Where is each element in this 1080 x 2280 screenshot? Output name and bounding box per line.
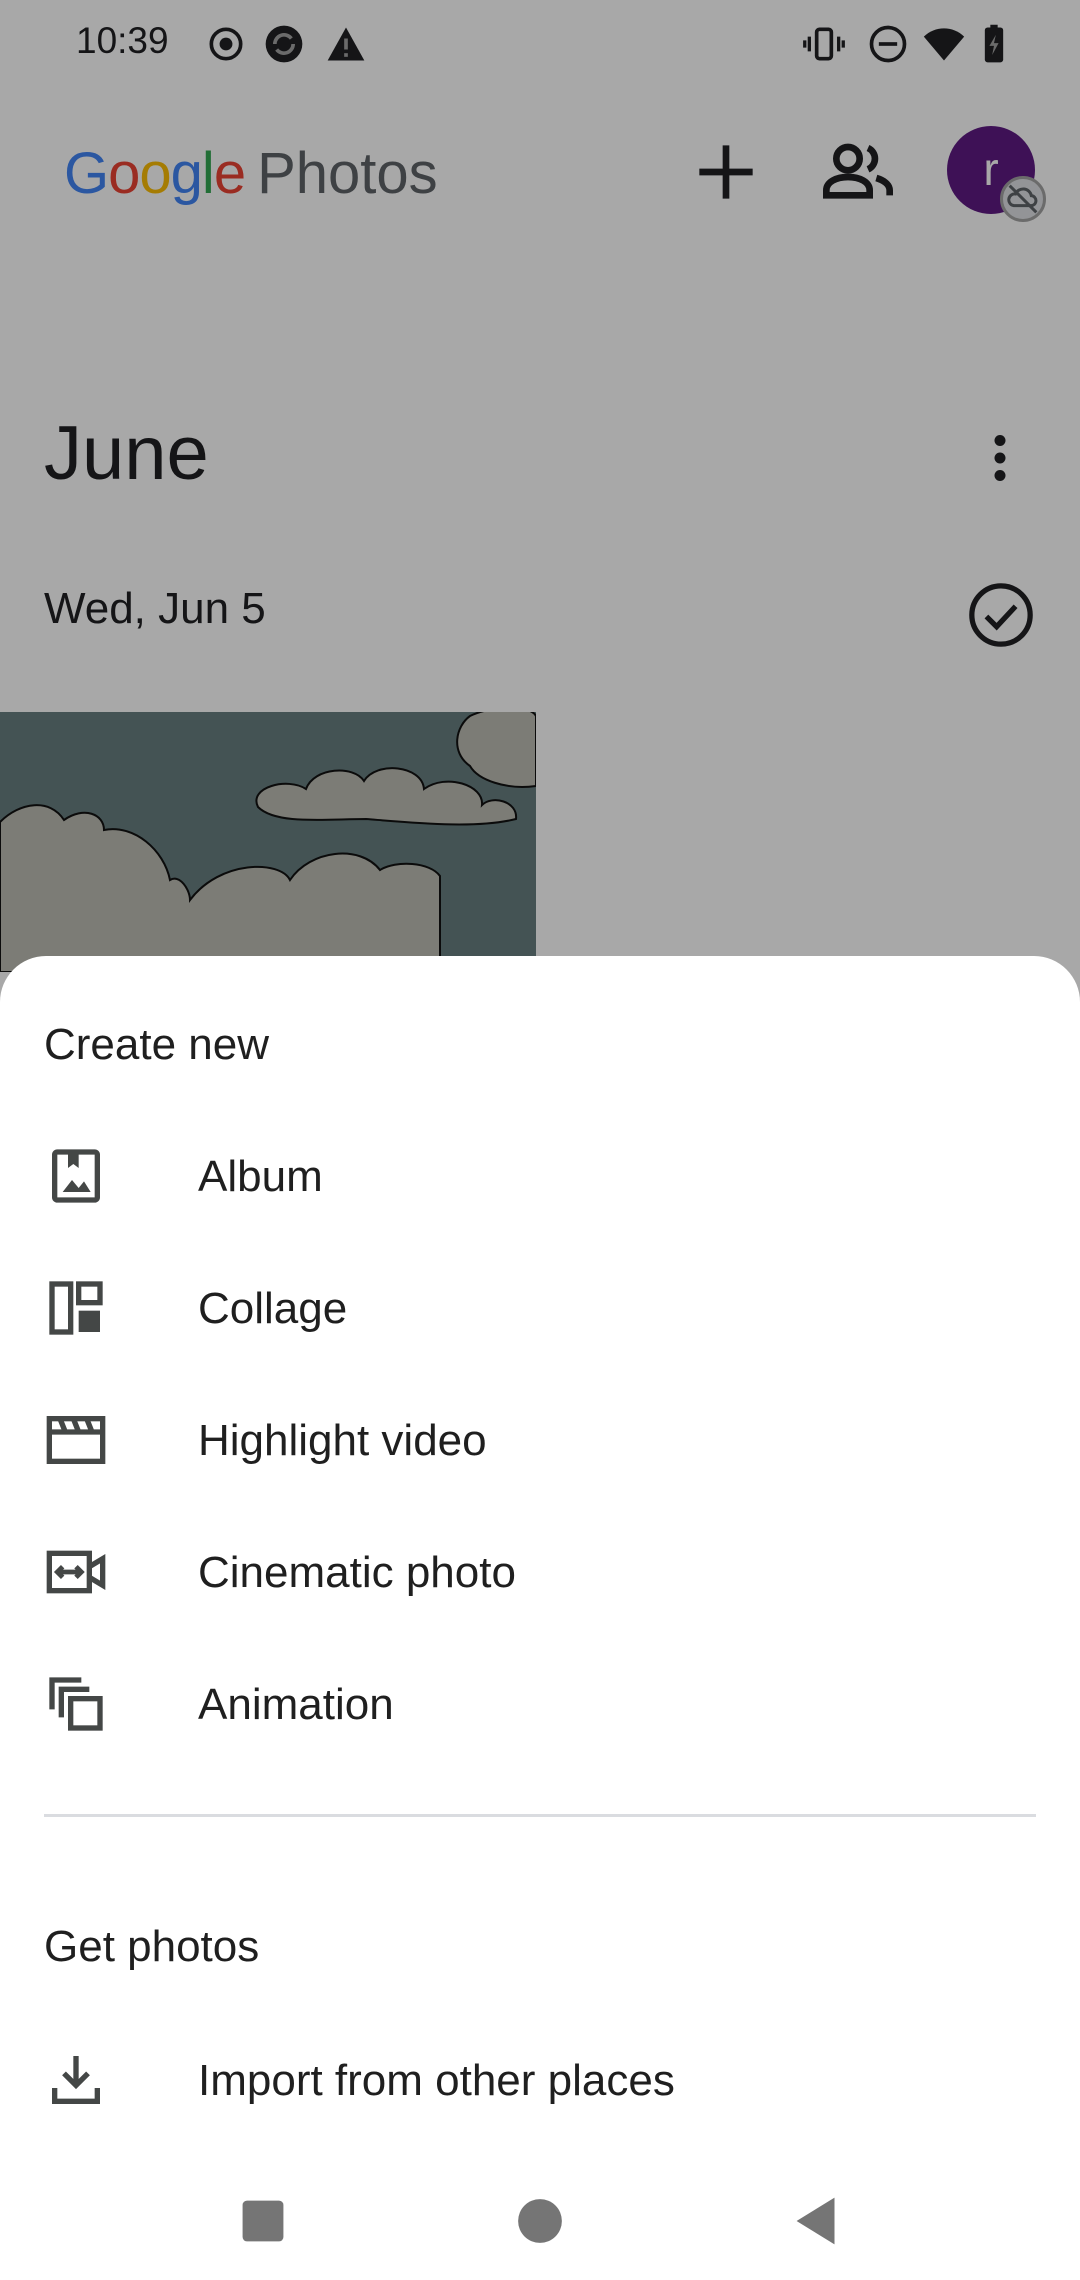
system-nav-bar xyxy=(0,2160,1080,2280)
home-icon[interactable] xyxy=(505,2186,575,2256)
create-new-title: Create new xyxy=(44,1020,270,1069)
create-collage-item[interactable]: Collage xyxy=(0,1242,1080,1370)
create-animation-label: Animation xyxy=(198,1680,394,1729)
create-cinematic-photo-label: Cinematic photo xyxy=(198,1548,516,1597)
create-bottom-sheet: Create new Album Collage Highlight video xyxy=(0,956,1080,2280)
back-icon[interactable] xyxy=(782,2186,852,2256)
cinematic-photo-icon xyxy=(46,1550,106,1594)
import-from-other-places-label: Import from other places xyxy=(198,2056,675,2105)
import-from-other-places-item[interactable]: Import from other places xyxy=(0,2014,1080,2142)
create-cinematic-photo-item[interactable]: Cinematic photo xyxy=(0,1506,1080,1634)
section-divider xyxy=(44,1814,1036,1817)
create-collage-label: Collage xyxy=(198,1284,348,1333)
create-highlight-video-label: Highlight video xyxy=(198,1416,487,1465)
download-icon xyxy=(52,2056,100,2104)
create-highlight-video-item[interactable]: Highlight video xyxy=(0,1374,1080,1502)
animation-icon xyxy=(49,1677,103,1731)
create-animation-item[interactable]: Animation xyxy=(0,1638,1080,1766)
screen: 10:39 Google Photos r June Wed, Jun 5 Cr… xyxy=(0,0,1080,2280)
collage-icon xyxy=(49,1281,103,1335)
get-photos-title: Get photos xyxy=(44,1922,260,1971)
create-album-item[interactable]: Album xyxy=(0,1110,1080,1238)
create-album-label: Album xyxy=(198,1152,323,1201)
recents-icon[interactable] xyxy=(228,2186,298,2256)
album-icon xyxy=(52,1149,100,1203)
highlight-video-icon xyxy=(46,1416,106,1464)
